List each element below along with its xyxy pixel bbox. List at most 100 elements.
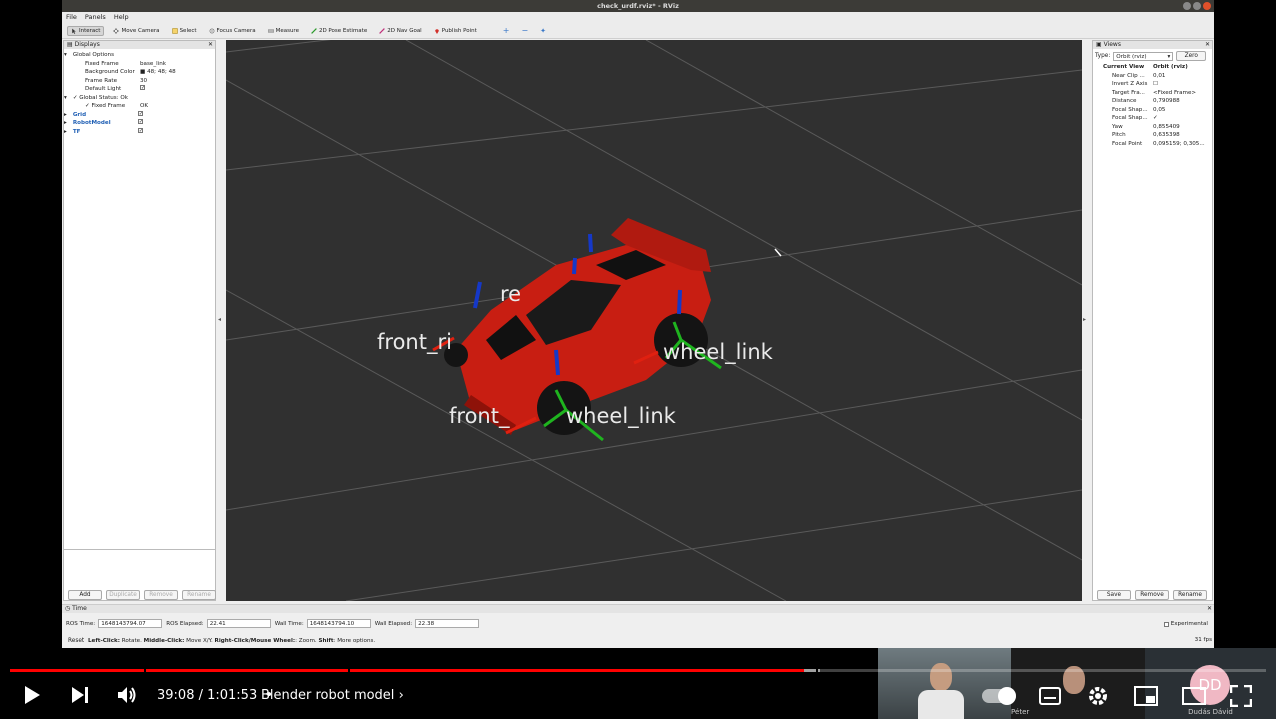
view-property-row[interactable]: Focal Shap... ✓ [1093,114,1212,123]
view-property-value[interactable]: 0,05 [1153,106,1165,115]
theater-mode-icon[interactable] [1182,687,1206,705]
display-row[interactable]: ▸ Grid ✓ [64,110,215,120]
view-property-row[interactable]: Distance 0,790988 [1093,97,1212,106]
close-icon[interactable]: ✕ [1205,41,1210,49]
ros-elapsed-field[interactable]: 22.41 [206,619,271,628]
add-display-button[interactable]: Add [68,590,102,600]
view-property-row[interactable]: Yaw 0,855409 [1093,123,1212,132]
close-icon[interactable]: ✕ [208,41,213,49]
3d-view[interactable]: re front_ri wheel_link front_ wheel_link [226,40,1082,601]
captions-icon[interactable] [1039,687,1061,705]
display-row[interactable]: ▾ Global Options [64,51,215,60]
chevron-right-icon[interactable]: ▸ [64,128,67,137]
view-type-select[interactable]: Orbit (rviz) ▾ [1113,51,1174,61]
display-row[interactable]: Frame Rate 30 [64,77,215,86]
target-icon: ✦ [540,26,547,35]
display-checkbox[interactable]: ✓ [137,127,143,133]
wall-elapsed-field[interactable]: 22.38 [415,619,480,628]
view-property-value[interactable]: 0,095159; 0,305... [1153,140,1205,149]
display-row-value: 30 [140,77,148,84]
view-property-row[interactable]: Target Fra... <Fixed Frame> [1093,89,1212,98]
tool-measure[interactable]: Measure [265,27,302,35]
tool-move-camera[interactable]: Move Camera [110,27,162,35]
close-icon[interactable]: ✕ [1207,605,1212,613]
chevron-right-icon[interactable]: ▸ [64,111,67,120]
display-checkbox[interactable]: ✓ [137,110,143,116]
display-checkbox[interactable]: ✓ [140,85,145,90]
display-row[interactable]: ✓ Fixed Frame OK [64,102,215,111]
chapter-marker [816,669,818,672]
menu-help[interactable]: Help [114,12,129,23]
chevron-down-icon[interactable]: ▾ [64,51,67,60]
display-checkbox[interactable]: ✓ [137,119,143,124]
remove-display-button[interactable]: Remove [144,590,178,600]
display-row[interactable]: Default Light ✓ [64,85,215,94]
left-splitter-handle[interactable]: ◂ [218,316,221,323]
menu-panels[interactable]: Panels [85,12,106,23]
duplicate-display-button[interactable]: Duplicate [106,590,140,600]
view-property-value[interactable]: 0,01 [1153,72,1165,81]
autoplay-toggle[interactable] [982,687,1016,705]
gear-icon[interactable] [1087,685,1109,707]
tool-publish-point[interactable]: Publish Point [431,27,480,35]
displays-panel: ▤ Displays ✕ ▾ Global Options Fixed Frame b… [63,40,216,601]
view-property-row[interactable]: Pitch 0,635398 [1093,131,1212,140]
chevron-right-icon[interactable]: ▸ [64,119,67,128]
experimental-checkbox[interactable] [1163,621,1169,627]
view-property-value[interactable]: ✓ [1153,114,1158,123]
chapter-title[interactable]: Blender robot model › [261,688,404,703]
view-property-value[interactable]: 0,790988 [1153,97,1180,106]
view-property-value[interactable]: ☐ [1153,80,1158,89]
views-tree: Current View Orbit (rviz) Near Clip ... 0,0… [1093,63,1212,148]
view-type-label: Type: [1095,53,1111,59]
rviz-window: check_urdf.rviz* - RViz File Panels Help… [62,0,1214,648]
view-property-row[interactable]: Focal Point 0,095159; 0,305... [1093,140,1212,149]
view-property-row[interactable]: Near Clip ... 0,01 [1093,72,1212,81]
menu-file[interactable]: File [66,12,77,23]
play-icon[interactable] [22,684,42,706]
ros-time-field[interactable]: 1648143794.07 [98,619,163,628]
experimental-toggle[interactable]: Experimental [1163,621,1208,627]
remove-view-button[interactable]: Remove [1135,590,1169,600]
view-property-row[interactable]: Focal Shap... 0,05 [1093,106,1212,115]
reset-button[interactable]: Reset [66,638,86,644]
view-property-row[interactable]: Current View Orbit (rviz) [1093,63,1212,72]
close-icon[interactable] [1203,2,1211,10]
fullscreen-icon[interactable] [1230,685,1252,707]
next-icon[interactable] [70,684,90,706]
miniplayer-icon[interactable] [1134,686,1158,706]
tool-focus-camera[interactable]: Focus Camera [206,27,259,35]
tool-select[interactable]: Select [169,27,200,35]
remove-tool-button[interactable]: − [518,25,531,36]
minimize-icon[interactable] [1183,2,1191,10]
display-row[interactable]: ▸ TF ✓ [64,127,215,137]
rename-view-button[interactable]: Rename [1173,590,1207,600]
view-property-value[interactable]: 0,855409 [1153,123,1180,132]
display-row[interactable]: ▸ RobotModel ✓ [64,119,215,128]
chapter-title-label: Blender robot model [261,688,395,703]
display-row[interactable]: ▾ ✓ Global Status: Ok [64,94,215,103]
view-property-row[interactable]: Invert Z Axis ☐ [1093,80,1212,89]
rename-display-button[interactable]: Rename [182,590,216,600]
progress-bar[interactable] [10,669,1266,672]
ros-elapsed-label: ROS Elapsed: [166,620,204,627]
save-view-button[interactable]: Save [1097,590,1131,600]
maximize-icon[interactable] [1193,2,1201,10]
tool-nav-goal[interactable]: 2D Nav Goal [376,27,425,35]
volume-icon[interactable] [116,684,138,706]
wall-time-field[interactable]: 1648143794.10 [306,619,371,628]
view-property-value[interactable]: Orbit (rviz) [1153,63,1188,72]
add-tool-button[interactable]: + [500,25,513,36]
right-splitter-handle[interactable]: ▸ [1083,316,1086,323]
hint-right-text: : Zoom. [295,638,319,644]
display-row[interactable]: Background Color ■ 48; 48; 48 [64,68,215,77]
tool-properties-button[interactable]: ✦ [537,26,549,36]
zero-button[interactable]: Zero [1176,51,1207,61]
view-property-value[interactable]: <Fixed Frame> [1153,89,1196,98]
display-row[interactable]: Fixed Frame base_link [64,60,215,69]
tool-pose-estimate[interactable]: 2D Pose Estimate [308,27,370,35]
chevron-down-icon[interactable]: ▾ [64,94,67,103]
tool-interact[interactable]: Interact [67,25,105,36]
views-panel-header: ▣ Views ✕ [1093,41,1212,49]
view-property-value[interactable]: 0,635398 [1153,131,1180,140]
